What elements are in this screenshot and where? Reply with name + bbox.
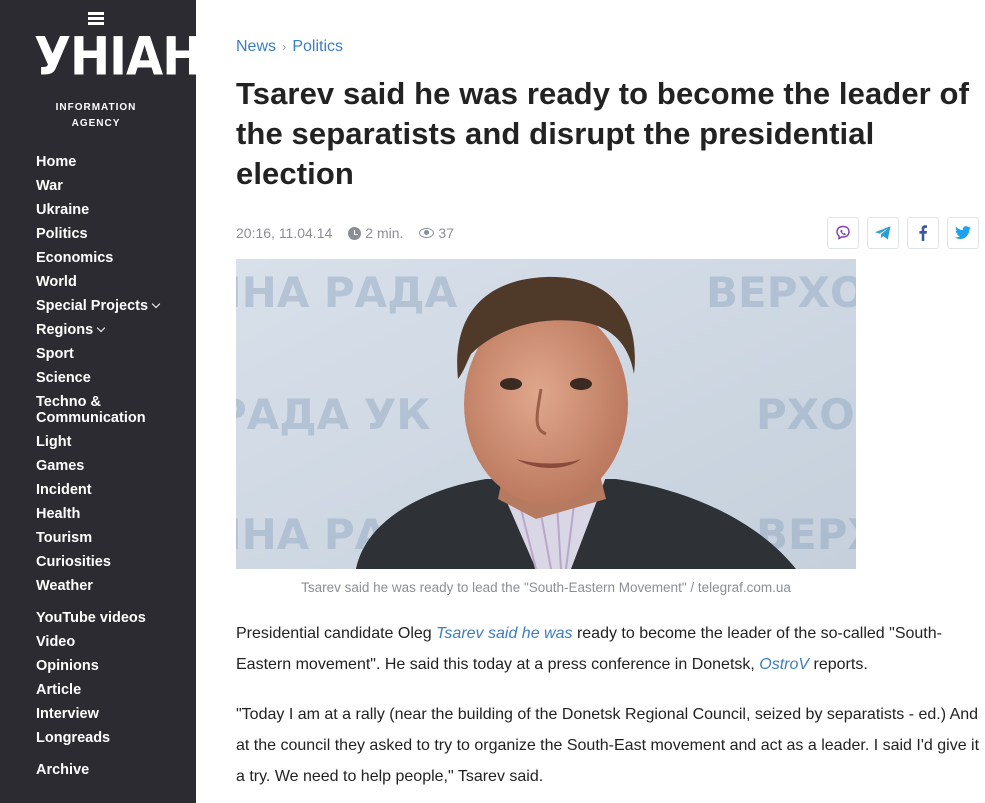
tsarev-link[interactable]: Tsarev said he was (436, 625, 572, 642)
share-buttons (827, 217, 979, 249)
share-facebook-button[interactable] (907, 217, 939, 249)
share-viber-button[interactable] (827, 217, 859, 249)
unian-logo[interactable]: УНІАН INFORMATION AGENCY (34, 12, 196, 132)
nav-item-world[interactable]: World (36, 274, 186, 290)
nav-item-light[interactable]: Light (36, 434, 186, 450)
article-meta: 20:16, 11.04.14 2 min. 37 (236, 225, 454, 241)
article-photo: ІНА РАДА ВЕРХО РАДА УК РХОВ ІНА РАДА ВЕР… (236, 259, 856, 569)
share-telegram-button[interactable] (867, 217, 899, 249)
nav-item-special-projects[interactable]: Special Projects (36, 298, 186, 314)
nav-item-sport[interactable]: Sport (36, 346, 186, 362)
sidebar: УНІАН INFORMATION AGENCY Home War Ukrain… (0, 0, 196, 803)
chevron-down-icon (96, 323, 106, 333)
nav-item-interview[interactable]: Interview (36, 706, 186, 722)
nav-item-economics[interactable]: Economics (36, 250, 186, 266)
nav-item-war[interactable]: War (36, 178, 186, 194)
twitter-icon (955, 226, 971, 239)
article-paragraph-1: Presidential candidate Oleg Tsarev said … (236, 618, 981, 680)
ostrov-link[interactable]: OstroV (759, 656, 809, 673)
nav-item-home[interactable]: Home (36, 154, 186, 170)
nav-item-article[interactable]: Article (36, 682, 186, 698)
publish-datetime: 20:16, 11.04.14 (236, 225, 333, 241)
nav-item-weather[interactable]: Weather (36, 578, 186, 594)
svg-text:РХОВ: РХОВ (756, 390, 856, 439)
logo-stripes (88, 12, 104, 27)
chevron-down-icon (151, 299, 161, 309)
nav-item-science[interactable]: Science (36, 370, 186, 386)
nav-item-video[interactable]: Video (36, 634, 186, 650)
nav-item-longreads[interactable]: Longreads (36, 730, 186, 746)
paragraph-text: Presidential candidate Oleg (236, 625, 437, 642)
photo-caption: Tsarev said he was ready to lead the "So… (301, 580, 791, 595)
svg-text:ВЕРХО: ВЕРХО (706, 268, 856, 317)
view-count: 37 (438, 225, 454, 241)
breadcrumb-news[interactable]: News (236, 38, 276, 55)
nav-item-ukraine[interactable]: Ukraine (36, 202, 186, 218)
nav-item-youtube-videos[interactable]: YouTube videos (36, 610, 186, 626)
nav-item-tourism[interactable]: Tourism (36, 530, 186, 546)
logo-subtitle: INFORMATION AGENCY (55, 102, 137, 129)
article-title: Tsarev said he was ready to become the l… (236, 76, 970, 191)
paragraph-text: reports. (809, 656, 868, 673)
viber-icon (836, 225, 850, 240)
nav-item-label: Regions (36, 322, 94, 338)
portrait-photo: ІНА РАДА ВЕРХО РАДА УК РХОВ ІНА РАДА ВЕР… (236, 259, 856, 569)
breadcrumb-politics[interactable]: Politics (292, 38, 343, 55)
svg-text:ІНА РАДА: ІНА РАДА (236, 268, 458, 317)
eye-icon (419, 228, 435, 238)
clock-icon (348, 226, 362, 240)
facebook-icon (919, 225, 927, 241)
breadcrumb: News › Politics (236, 38, 343, 56)
breadcrumb-separator: › (282, 39, 287, 54)
nav-item-archive[interactable]: Archive (36, 762, 186, 778)
nav-item-politics[interactable]: Politics (36, 226, 186, 242)
logo-wordmark: УНІАН (34, 26, 196, 88)
read-time: 2 min. (365, 225, 404, 241)
share-twitter-button[interactable] (947, 217, 979, 249)
main-nav: Home War Ukraine Politics Economics Worl… (36, 154, 186, 786)
nav-item-label: Communication (36, 410, 146, 426)
nav-item-opinions[interactable]: Opinions (36, 658, 186, 674)
nav-item-techno-communication[interactable]: Techno & Communication (36, 394, 186, 426)
nav-item-games[interactable]: Games (36, 458, 186, 474)
nav-item-label: Special Projects (36, 298, 149, 314)
nav-item-health[interactable]: Health (36, 506, 186, 522)
nav-item-regions[interactable]: Regions (36, 322, 186, 338)
nav-item-label: Techno & (36, 394, 101, 410)
svg-text:РАДА УК: РАДА УК (236, 390, 431, 439)
article-paragraph-2: "Today I am at a rally (near the buildin… (236, 706, 980, 785)
telegram-icon (875, 226, 891, 240)
nav-item-curiosities[interactable]: Curiosities (36, 554, 186, 570)
nav-item-incident[interactable]: Incident (36, 482, 186, 498)
